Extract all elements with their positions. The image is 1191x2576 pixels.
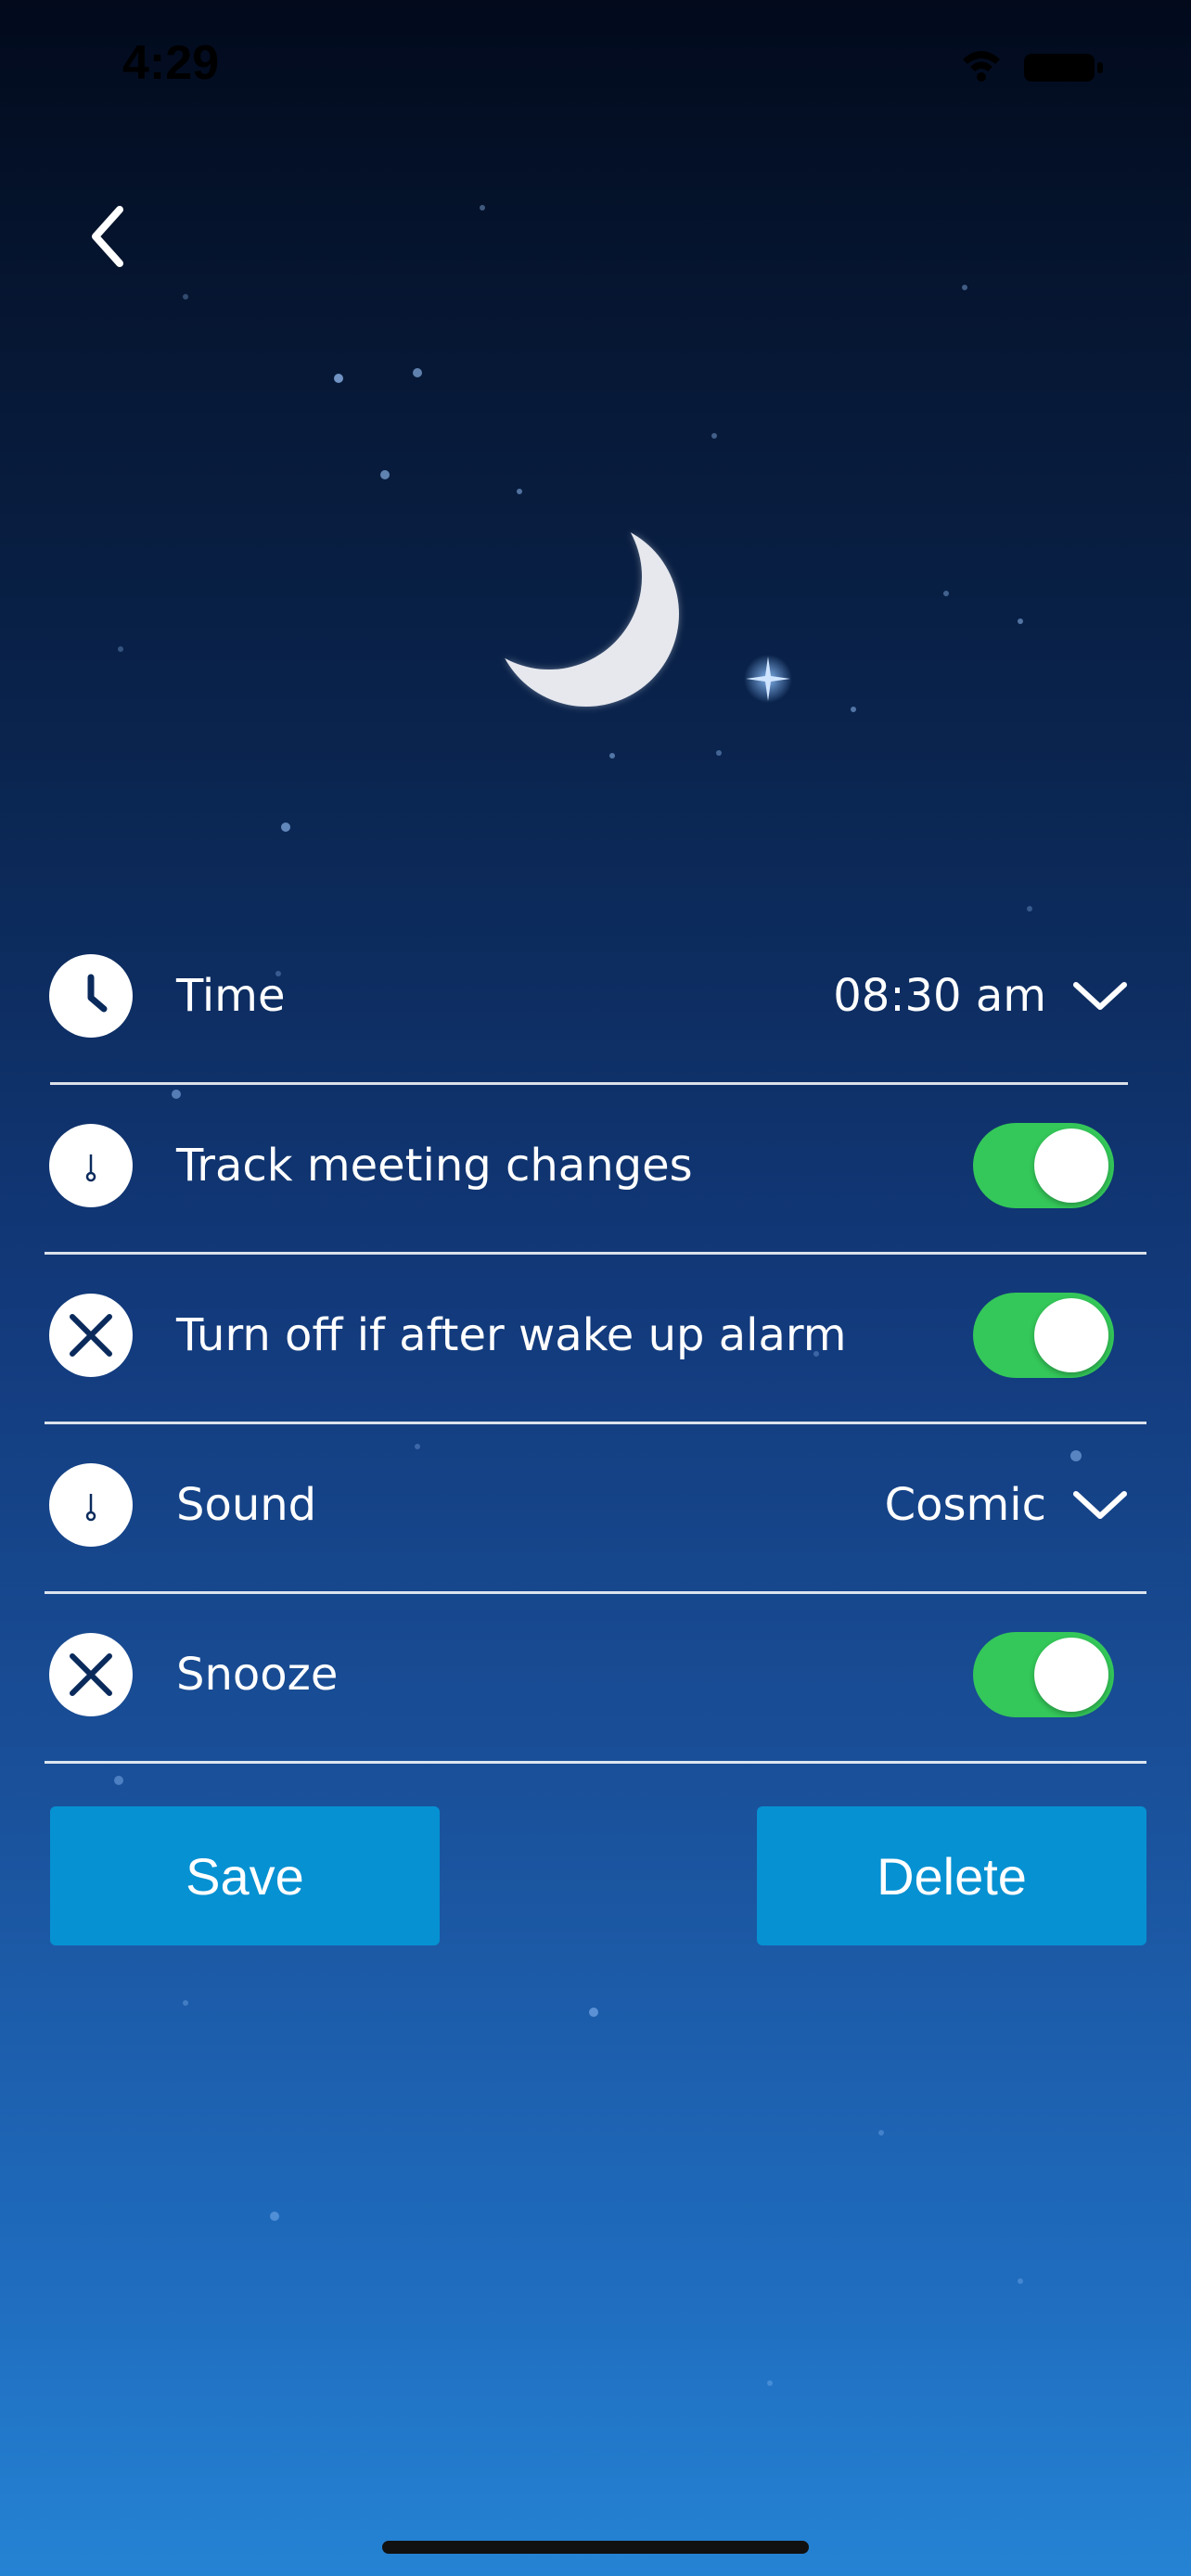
toggle-knob: [1034, 1298, 1108, 1372]
chevron-down-icon: [1073, 1491, 1127, 1519]
track-meeting-changes-toggle[interactable]: [973, 1123, 1114, 1208]
snooze-toggle[interactable]: [973, 1632, 1114, 1717]
stopwatch-icon: [49, 1463, 133, 1547]
divider: [45, 1761, 1146, 1764]
back-button[interactable]: [74, 195, 139, 278]
setting-row-snooze: Snooze: [45, 1591, 1146, 1758]
setting-label: Sound: [176, 1479, 317, 1531]
close-icon: [49, 1633, 133, 1716]
sound-value: Cosmic: [884, 1479, 1046, 1531]
home-indicator[interactable]: [382, 2541, 809, 2554]
save-button[interactable]: Save: [50, 1806, 440, 1945]
setting-row-sound[interactable]: Sound Cosmic: [45, 1422, 1146, 1588]
toggle-knob: [1034, 1129, 1108, 1203]
setting-label: Time: [176, 970, 286, 1022]
turn-off-after-wake-up-toggle[interactable]: [973, 1293, 1114, 1378]
close-icon: [49, 1294, 133, 1377]
setting-row-turn-off-after-wake-up: Turn off if after wake up alarm: [45, 1252, 1146, 1419]
chevron-down-icon: [1073, 982, 1127, 1010]
status-time: 4:29: [122, 36, 220, 90]
crescent-moon-image: [492, 501, 696, 714]
time-value: 08:30 am: [833, 970, 1046, 1022]
chevron-left-icon: [92, 206, 123, 267]
battery-icon: [1024, 54, 1103, 82]
setting-label: Track meeting changes: [176, 1140, 693, 1192]
time-dropdown[interactable]: 08:30 am: [833, 970, 1128, 1022]
status-icons: [963, 51, 1103, 82]
wifi-icon: [963, 51, 1000, 82]
sound-dropdown[interactable]: Cosmic: [885, 1479, 1128, 1531]
toggle-knob: [1034, 1638, 1108, 1712]
clock-icon: [49, 954, 133, 1038]
setting-label: Turn off if after wake up alarm: [176, 1309, 847, 1361]
stopwatch-icon: [49, 1124, 133, 1207]
delete-button[interactable]: Delete: [757, 1806, 1146, 1945]
setting-row-track-meeting-changes: Track meeting changes: [45, 1082, 1146, 1249]
setting-label: Snooze: [176, 1649, 339, 1701]
setting-row-time[interactable]: Time 08:30 am: [45, 912, 1146, 1079]
